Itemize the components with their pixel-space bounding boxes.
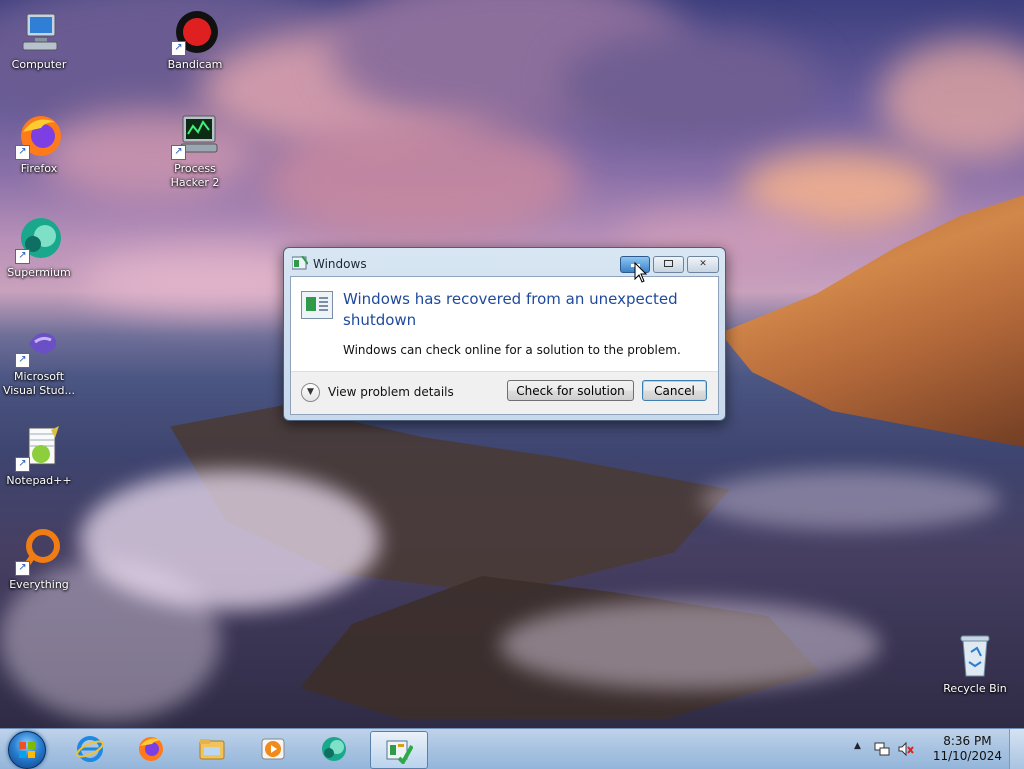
show-hidden-icons-button[interactable]: ▲: [854, 741, 861, 751]
shortcut-arrow-icon: ↗: [171, 145, 186, 160]
cancel-button[interactable]: Cancel: [642, 380, 707, 401]
desktop-icon-notepadpp[interactable]: ↗ Notepad++: [1, 424, 77, 488]
shortcut-arrow-icon: ↗: [15, 353, 30, 368]
clock-date: 11/10/2024: [932, 749, 1002, 763]
bandicam-icon: ↗: [171, 8, 219, 56]
restore-icon: [664, 260, 673, 267]
desktop-icon-label: Everything: [9, 578, 69, 591]
taskbar-problem-reports[interactable]: [370, 731, 428, 769]
restore-button[interactable]: [653, 256, 684, 273]
problem-reports-icon: [386, 740, 413, 764]
notification-area: ▲ 8:36 PM 11/10/2024: [854, 729, 1024, 769]
close-icon: ✕: [699, 259, 707, 269]
show-desktop-button[interactable]: [1009, 729, 1024, 769]
internet-explorer-icon: [76, 736, 104, 762]
dialog-footer: ▼ View problem details Check for solutio…: [291, 371, 718, 414]
taskbar-internet-explorer[interactable]: [62, 731, 118, 767]
desktop-icon-label: Process Hacker 2: [170, 162, 220, 189]
desktop-icon-label: Recycle Bin: [943, 682, 1007, 695]
desktop-icon-supermium[interactable]: ↗ Supermium: [1, 216, 77, 280]
clock-time: 8:36 PM: [943, 734, 992, 748]
desktop-icon-label: Supermium: [7, 266, 71, 279]
close-button[interactable]: ✕: [687, 256, 719, 273]
desktop-icon-label: Microsoft Visual Stud...: [2, 370, 76, 397]
computer-icon: [15, 8, 63, 56]
mouse-cursor-icon: [634, 262, 648, 283]
firefox-icon: ↗: [15, 112, 63, 160]
dialog-title: Windows: [313, 257, 367, 271]
desktop-icon-firefox[interactable]: ↗ Firefox: [1, 112, 77, 176]
shortcut-arrow-icon: ↗: [15, 561, 30, 576]
supermium-icon: ↗: [15, 216, 63, 264]
desktop-icon-computer[interactable]: Computer: [1, 8, 77, 72]
shortcut-arrow-icon: ↗: [15, 457, 30, 472]
recycle-bin-icon: [951, 632, 999, 680]
taskbar-media-player[interactable]: [245, 731, 301, 767]
desktop-icon-visual-studio[interactable]: ↗ Microsoft Visual Stud...: [1, 320, 77, 398]
shortcut-arrow-icon: ↗: [15, 145, 30, 160]
desktop-icon-everything[interactable]: ↗ Everything: [1, 528, 77, 592]
firefox-icon: [139, 737, 163, 761]
recovery-dialog: Windows ✕ Windows has recovered from an …: [283, 247, 726, 421]
desktop-icon-label: Notepad++: [6, 474, 72, 487]
dialog-titlebar[interactable]: Windows ✕: [284, 248, 725, 276]
shortcut-arrow-icon: ↗: [15, 249, 30, 264]
visual-studio-icon: ↗: [15, 320, 63, 368]
dialog-content: Windows has recovered from an unexpected…: [290, 276, 719, 415]
problem-reports-icon: [301, 291, 333, 319]
taskbar-firefox[interactable]: [123, 731, 179, 767]
shortcut-arrow-icon: ↗: [171, 41, 186, 56]
check-for-solution-button[interactable]: Check for solution: [507, 380, 634, 401]
process-hacker-icon: ↗: [171, 112, 219, 160]
supermium-icon: [322, 737, 346, 761]
volume-muted-icon[interactable]: [898, 741, 914, 757]
taskbar-clock[interactable]: 8:36 PM 11/10/2024: [933, 734, 1002, 764]
desktop-icon-recycle-bin[interactable]: Recycle Bin: [937, 632, 1013, 696]
taskbar-supermium[interactable]: [306, 731, 362, 767]
desktop-icon-bandicam[interactable]: ↗ Bandicam: [157, 8, 233, 72]
start-button[interactable]: [8, 731, 46, 769]
notepadpp-icon: ↗: [15, 424, 63, 472]
everything-icon: ↗: [15, 528, 63, 576]
desktop-icon-process-hacker[interactable]: ↗ Process Hacker 2: [157, 112, 233, 190]
taskbar-file-explorer[interactable]: [184, 731, 240, 767]
media-player-icon: [261, 738, 285, 760]
taskbar: ▲ 8:36 PM 11/10/2024: [0, 728, 1024, 769]
desktop-icon-label: Firefox: [20, 162, 58, 175]
desktop-icon-label: Bandicam: [167, 58, 223, 71]
dialog-heading: Windows has recovered from an unexpected…: [343, 290, 678, 329]
windows-logo-icon: [19, 742, 35, 758]
file-explorer-icon: [199, 739, 225, 760]
network-icon[interactable]: [874, 741, 890, 757]
dialog-message: Windows can check online for a solution …: [343, 343, 681, 357]
expand-details-button[interactable]: ▼: [301, 383, 320, 402]
desktop-icon-label: Computer: [11, 58, 67, 71]
view-details-label[interactable]: View problem details: [328, 385, 454, 399]
problem-reports-icon: [291, 255, 309, 270]
chevron-down-icon: ▼: [307, 387, 314, 397]
